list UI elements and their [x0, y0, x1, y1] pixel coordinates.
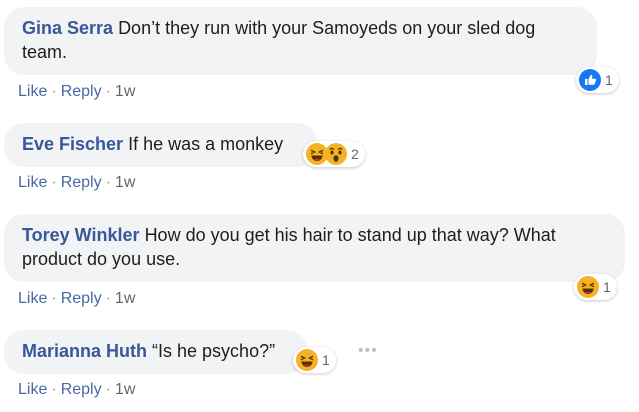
separator: · [105, 83, 111, 100]
separator: · [51, 290, 57, 307]
timestamp[interactable]: 1w [115, 174, 135, 191]
comment-bubble: Eve Fischer If he was a monkey [4, 123, 317, 167]
like-link[interactable]: Like [18, 381, 47, 398]
reply-link[interactable]: Reply [61, 381, 102, 398]
like-link[interactable]: Like [18, 290, 47, 307]
wow-icon [325, 143, 347, 165]
reactions-summary[interactable]: 1 [576, 67, 619, 93]
comment-actions: Like · Reply · 1w [18, 381, 135, 399]
reactions-summary[interactable]: 1 [574, 274, 617, 300]
reaction-count: 1 [322, 352, 330, 368]
commenter-name[interactable]: Eve Fischer [22, 134, 123, 154]
like-icon [579, 69, 601, 91]
haha-icon [296, 349, 318, 371]
comment-actions: Like · Reply · 1w [18, 83, 135, 101]
timestamp[interactable]: 1w [115, 381, 135, 398]
comment-bubble: Marianna Huth “Is he psycho?” [4, 330, 307, 374]
reply-link[interactable]: Reply [61, 174, 102, 191]
timestamp[interactable]: 1w [115, 83, 135, 100]
comment-bubble: Torey Winkler How do you get his hair to… [4, 214, 625, 282]
reply-link[interactable]: Reply [61, 83, 102, 100]
reaction-count: 1 [603, 279, 611, 295]
comment-bubble: Gina Serra Don’t they run with your Samo… [4, 7, 597, 75]
more-horizontal-icon[interactable]: ••• [358, 342, 378, 360]
comment-actions: Like · Reply · 1w [18, 174, 135, 192]
haha-icon [577, 276, 599, 298]
separator: · [105, 290, 111, 307]
reactions-summary[interactable]: 2 [303, 141, 365, 167]
comment-text: If he was a monkey [128, 134, 284, 154]
commenter-name[interactable]: Torey Winkler [22, 225, 140, 245]
commenter-name[interactable]: Marianna Huth [22, 341, 147, 361]
like-link[interactable]: Like [18, 174, 47, 191]
separator: · [51, 83, 57, 100]
separator: · [105, 174, 111, 191]
like-link[interactable]: Like [18, 83, 47, 100]
commenter-name[interactable]: Gina Serra [22, 18, 113, 38]
separator: · [51, 381, 57, 398]
separator: · [105, 381, 111, 398]
comment-text: “Is he psycho?” [152, 341, 276, 361]
reaction-count: 1 [605, 72, 613, 88]
comment-actions: Like · Reply · 1w [18, 290, 135, 308]
separator: · [51, 174, 57, 191]
reaction-count: 2 [351, 146, 359, 162]
reply-link[interactable]: Reply [61, 290, 102, 307]
reactions-summary[interactable]: 1 [293, 347, 336, 373]
timestamp[interactable]: 1w [115, 290, 135, 307]
